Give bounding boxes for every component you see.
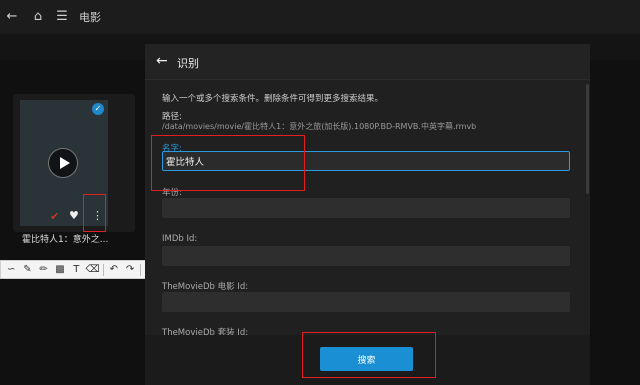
mosaic-icon[interactable]: ▩	[52, 261, 68, 278]
movie-card-title[interactable]: 霍比特人1：意外之...	[22, 232, 108, 245]
favorite-heart-icon[interactable]: ♥	[69, 209, 79, 222]
tmdb-movie-id-field-label: TheMovieDb 电影 Id:	[162, 282, 249, 292]
freehand-icon[interactable]: ∽	[3, 261, 19, 278]
pencil-icon[interactable]: ✎	[19, 261, 35, 278]
imdb-id-field-label: IMDb Id:	[162, 234, 198, 244]
toolbar-divider	[102, 263, 104, 276]
undo-icon[interactable]: ↶	[106, 261, 122, 278]
toolbar-divider	[140, 263, 142, 276]
watched-check-icon[interactable]: ✔	[50, 210, 59, 223]
highlighter-icon[interactable]: ✏	[36, 261, 52, 278]
path-value: /data/movies/movie/霍比特人1：意外之旅(加长版).1080P…	[162, 122, 477, 131]
dialog-body: 输入一个或多个搜索条件。删除条件可得到更多搜索结果。 路径: /data/mov…	[145, 80, 590, 338]
check-badge-icon: ✓	[92, 103, 104, 115]
tmdb-movie-id-field[interactable]	[162, 292, 570, 312]
dialog-intro-text: 输入一个或多个搜索条件。删除条件可得到更多搜索结果。	[162, 94, 384, 104]
play-icon[interactable]	[48, 148, 78, 178]
dialog-scrollbar[interactable]	[586, 84, 589, 194]
dialog-header: ← 识别	[145, 44, 590, 80]
text-icon[interactable]: T	[68, 261, 84, 278]
home-icon[interactable]: ⌂	[30, 9, 46, 25]
redo-icon[interactable]: ↷	[122, 261, 138, 278]
annotation-box-search-button	[302, 332, 436, 378]
hamburger-menu-icon[interactable]: ☰	[54, 9, 70, 25]
page-title: 电影	[79, 11, 101, 24]
app-header: ← ⌂ ☰ 电影	[0, 0, 640, 34]
year-field[interactable]	[162, 198, 570, 218]
annotation-box-name-field	[151, 135, 305, 191]
dialog-title: 识别	[177, 57, 199, 70]
back-arrow-icon[interactable]: ←	[4, 9, 20, 25]
back-arrow-icon[interactable]: ←	[156, 53, 168, 69]
annotation-box-more-icon	[83, 194, 106, 232]
imdb-id-field[interactable]	[162, 246, 570, 266]
eraser-icon[interactable]: ⌫	[84, 261, 100, 278]
